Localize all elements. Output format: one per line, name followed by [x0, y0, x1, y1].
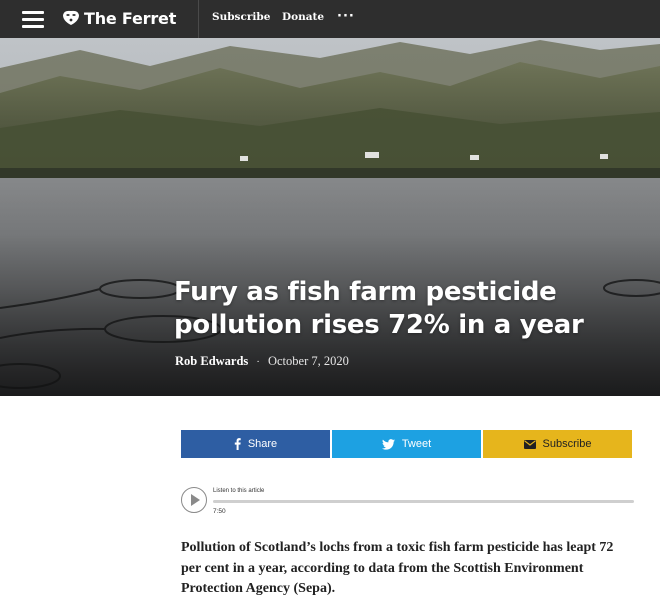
audio-progress-track[interactable] — [213, 500, 634, 503]
subscribe-share-button[interactable]: Subscribe — [483, 430, 632, 458]
nav-donate-link[interactable]: Donate — [282, 11, 324, 23]
tweet-label: Tweet — [401, 438, 432, 450]
facebook-share-button[interactable]: Share — [181, 430, 330, 458]
nav-divider — [198, 0, 199, 38]
hero-banner: Fury as fish farm pesticide pollution ri… — [0, 38, 660, 396]
envelope-icon — [523, 439, 536, 449]
audio-label: Listen to this article — [213, 488, 265, 494]
subscribe-label: Subscribe — [542, 438, 592, 450]
share-bar: Share Tweet Subscribe — [181, 430, 632, 458]
audio-player: Listen to this article 7:50 — [181, 486, 634, 520]
twitter-tweet-button[interactable]: Tweet — [332, 430, 481, 458]
more-menu-button[interactable]: ··· — [337, 9, 355, 24]
byline: Rob Edwards · October 7, 2020 — [175, 354, 349, 369]
hero-image-loch-fish-farm — [0, 38, 660, 396]
share-label: Share — [247, 438, 278, 450]
article-title: Fury as fish farm pesticide pollution ri… — [174, 277, 584, 340]
site-logo[interactable]: The Ferret — [61, 7, 176, 29]
byline-separator: · — [256, 355, 260, 368]
ferret-logo-icon — [63, 10, 79, 25]
publish-date: October 7, 2020 — [267, 354, 349, 368]
nav-subscribe-link[interactable]: Subscribe — [212, 11, 270, 23]
top-navigation-bar: The Ferret Subscribe Donate ··· — [0, 0, 660, 38]
facebook-icon — [234, 438, 241, 450]
twitter-bird-icon — [381, 438, 395, 450]
audio-duration: 7:50 — [213, 508, 226, 515]
hamburger-menu-icon[interactable] — [22, 10, 44, 28]
article-lead-paragraph: Pollution of Scotland’s lochs from a tox… — [181, 540, 614, 596]
play-icon[interactable] — [181, 487, 207, 513]
author-link[interactable]: Rob Edwards — [175, 354, 248, 369]
brand-name: The Ferret — [84, 8, 177, 28]
